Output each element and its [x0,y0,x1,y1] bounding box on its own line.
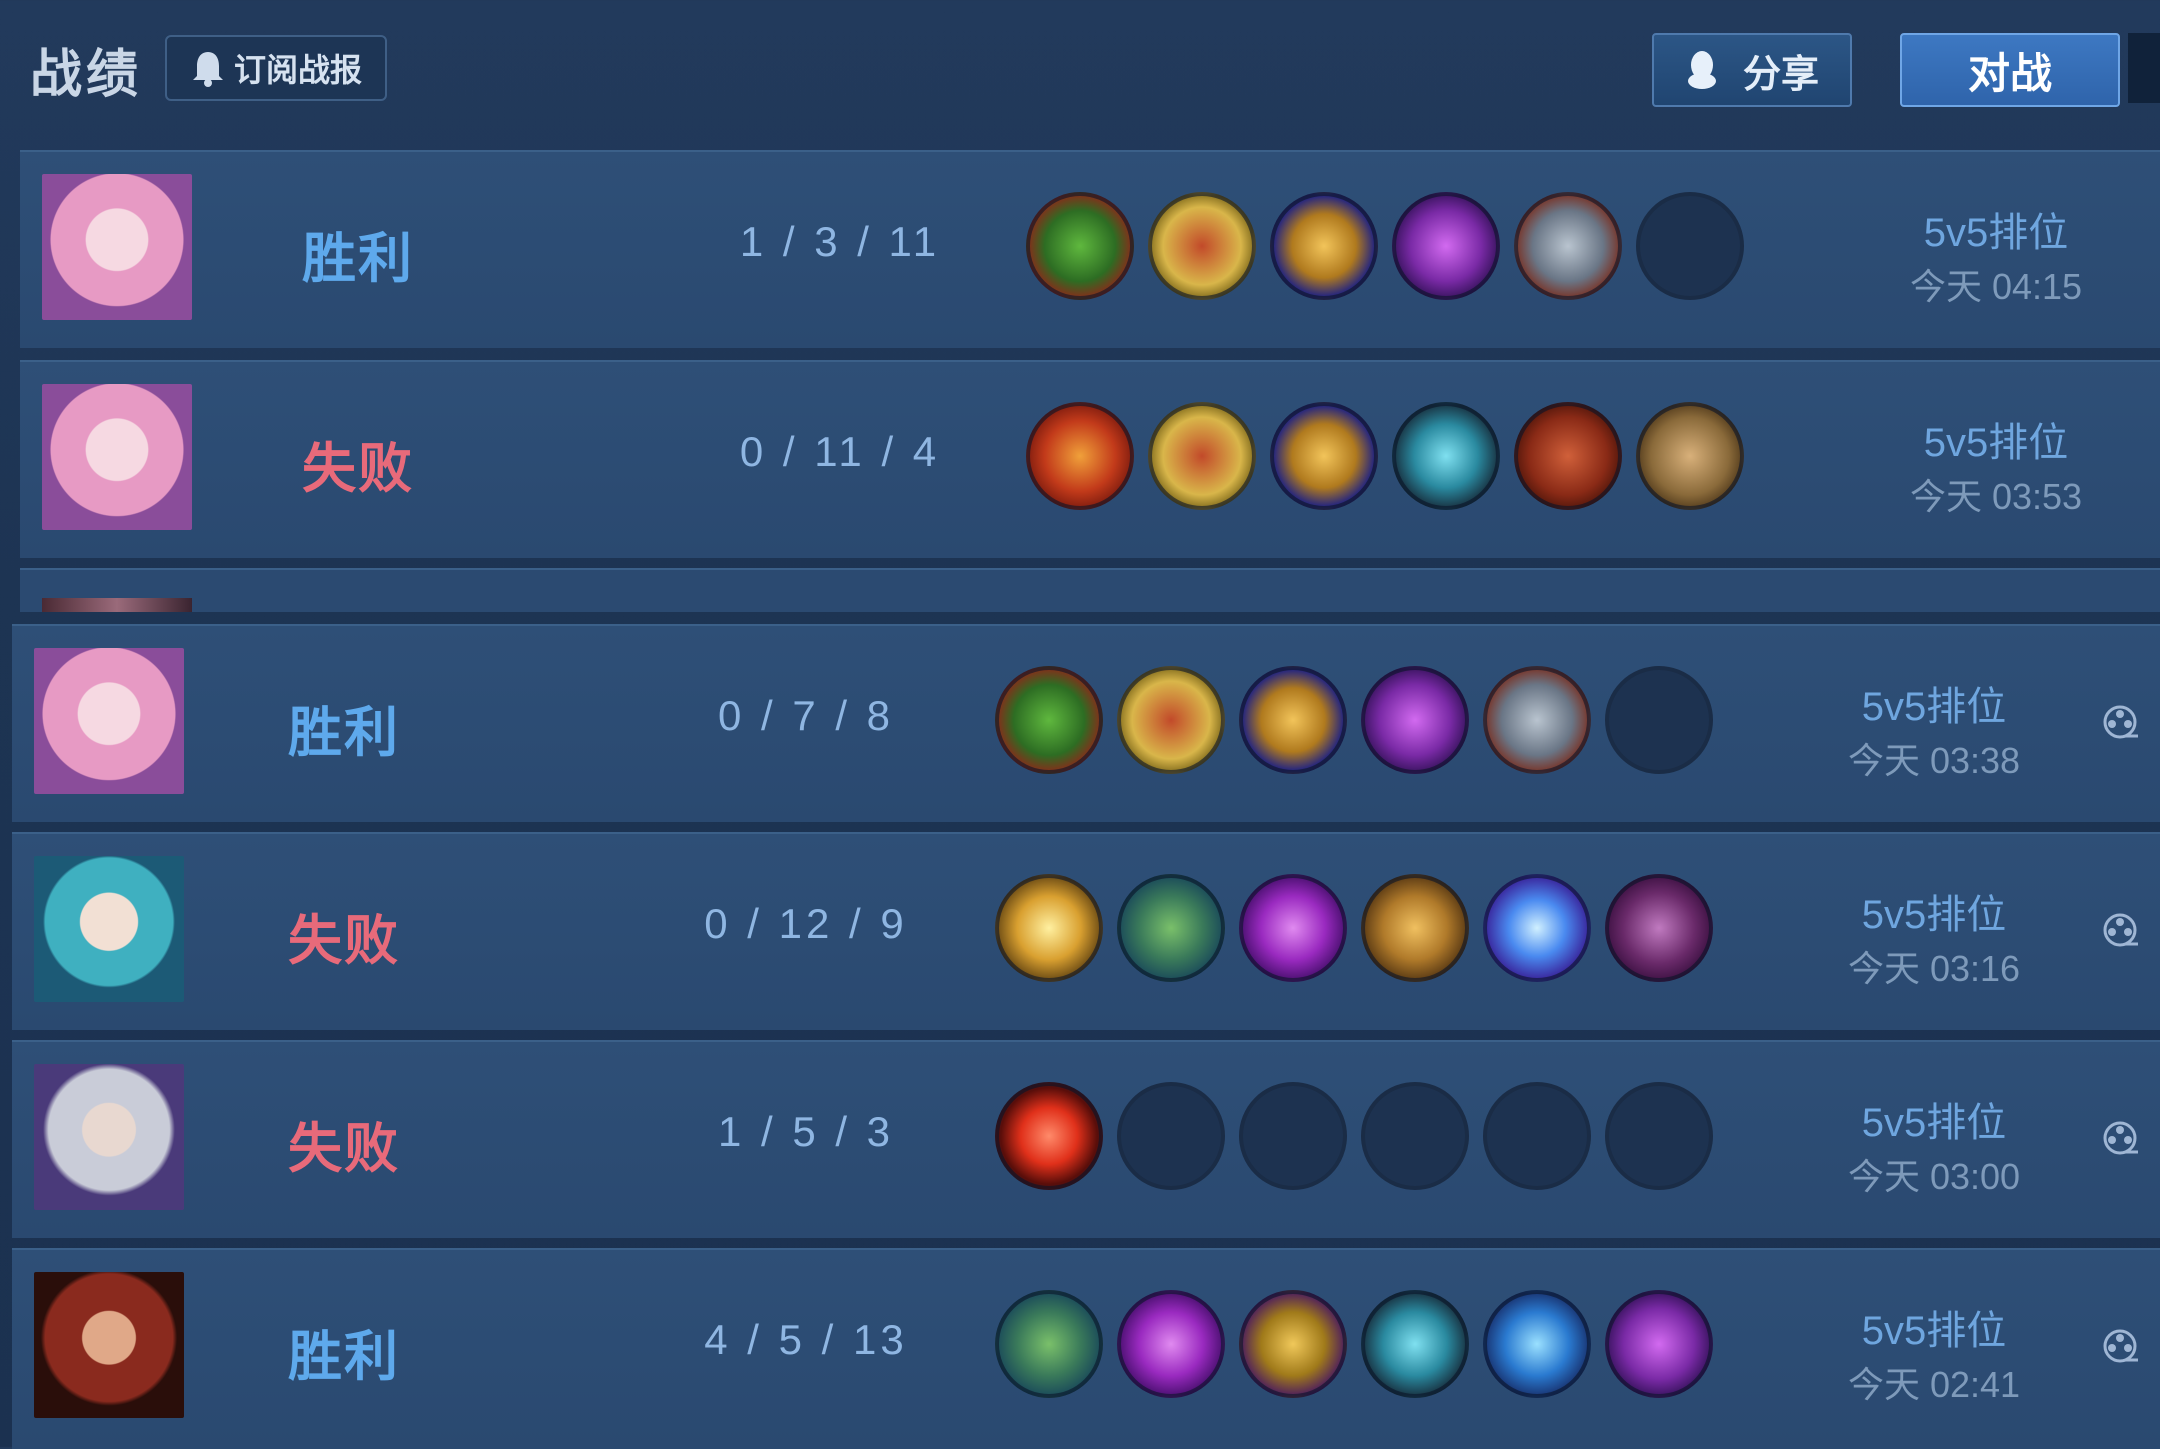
red-crest-item-icon [1026,402,1134,510]
purple-spear-item-icon [1117,1290,1225,1398]
gold-armor-item-icon [1117,666,1225,774]
game-mode: 5v5排位 [1861,893,2007,937]
green-boots-item-icon [995,1290,1103,1398]
empty-item-slot [1483,1082,1591,1190]
match-row[interactable]: 失败 1 / 5 / 3 5v5排位 今天 03:00 [12,1040,2160,1238]
match-time: 今天 03:16 [1847,948,2021,989]
empty-item-slot [1605,666,1713,774]
item-slots [995,666,1713,774]
match-result: 胜利 [302,229,414,289]
empty-item-slot [1117,1082,1225,1190]
kda-stat: 0 / 7 / 8 [717,692,895,739]
share-button[interactable]: 分享 [1652,33,1852,107]
purple-rune-item-icon [1605,1290,1713,1398]
cyan-axe-item-icon [1361,1290,1469,1398]
blue-orb-staff-item-icon [1483,1290,1591,1398]
match-row[interactable]: 胜利 4 / 5 / 13 5v5排位 今天 02:41 [12,1248,2160,1449]
red-gem-item-icon [995,1082,1103,1190]
hero-portrait-peek [42,598,192,612]
match-row[interactable]: 胜利 0 / 7 / 8 5v5排位 今天 03:38 [12,624,2160,822]
match-time: 今天 03:38 [1847,740,2021,781]
item-slots [995,1082,1713,1190]
edge-panel [2128,33,2160,103]
item-slots [1026,192,1744,300]
replay-reel-icon[interactable] [2100,1118,2140,1158]
item-slots [995,874,1713,982]
empty-item-slot [1605,1082,1713,1190]
replay-reel-icon[interactable] [2100,1326,2140,1366]
golden-wing-item-icon [995,874,1103,982]
replay-reel-icon[interactable] [2100,702,2140,742]
game-mode: 5v5排位 [1923,211,2069,255]
kda-stat: 0 / 11 / 4 [739,428,941,475]
kda-stat: 4 / 5 / 13 [704,1316,908,1363]
purple-rune-item-icon [1361,666,1469,774]
match-time: 今天 03:53 [1909,476,2083,517]
cyan-axe-item-icon [1392,402,1500,510]
purple-spear-item-icon [1239,874,1347,982]
hero-portrait [34,1272,184,1418]
golden-chalice-item-icon [1270,402,1378,510]
share-label: 分享 [1742,53,1819,96]
subscribe-report-button[interactable]: 订阅战报 [165,35,387,101]
empty-item-slot [1239,1082,1347,1190]
golden-chalice-item-icon [1239,666,1347,774]
kda-stat: 0 / 12 / 9 [704,900,908,947]
item-slots [1026,402,1744,510]
item-slots [995,1290,1713,1398]
battle-label: 对战 [1967,49,2052,97]
match-row[interactable]: 失败 0 / 12 / 9 5v5排位 今天 03:16 [12,832,2160,1030]
game-mode: 5v5排位 [1923,421,2069,465]
gold-armor-item-icon [1148,192,1256,300]
match-row[interactable]: 失败 0 / 11 / 4 5v5排位 今天 03:53 [20,360,2160,558]
replay-reel-icon[interactable] [2100,910,2140,950]
match-result: 失败 [288,1119,400,1179]
battle-tab-button[interactable]: 对战 [1900,33,2120,107]
game-mode: 5v5排位 [1861,685,2007,729]
hero-portrait [34,856,184,1002]
hero-portrait [42,174,192,320]
kda-stat: 1 / 5 / 3 [717,1108,895,1155]
green-jade-item-icon [1026,192,1134,300]
game-mode: 5v5排位 [1861,1101,2007,1145]
purple-tome-item-icon [1605,874,1713,982]
match-result: 失败 [288,911,400,971]
steel-armor-item-icon [1514,192,1622,300]
bell-icon [192,52,223,87]
partial-match-row [20,568,2160,612]
subscribe-label: 订阅战报 [233,52,362,88]
hero-portrait [34,648,184,794]
match-result: 胜利 [288,703,400,763]
empty-item-slot [1636,192,1744,300]
green-jade-item-icon [995,666,1103,774]
empty-item-slot [1361,1082,1469,1190]
bronze-hammer-item-icon [1361,874,1469,982]
header-bar: 战绩 订阅战报 分享 对战 [0,0,2160,140]
wooden-shield-item-icon [1636,402,1744,510]
match-result: 失败 [302,439,414,499]
golden-chalice-item-icon [1270,192,1378,300]
match-time: 今天 04:15 [1909,266,2083,307]
steel-armor-item-icon [1483,666,1591,774]
hero-portrait [42,384,192,530]
red-tome-item-icon [1514,402,1622,510]
match-result: 胜利 [288,1327,400,1387]
kda-stat: 1 / 3 / 11 [739,218,941,265]
green-boots-item-icon [1117,874,1225,982]
match-time: 今天 02:41 [1847,1364,2021,1405]
qq-penguin-icon [1687,51,1716,89]
hero-portrait [34,1064,184,1210]
gold-armor-item-icon [1148,402,1256,510]
match-row[interactable]: 胜利 1 / 3 / 11 5v5排位 今天 04:15 [20,150,2160,348]
blue-crystal-item-icon [1483,874,1591,982]
game-mode: 5v5排位 [1861,1309,2007,1353]
purple-rune-item-icon [1392,192,1500,300]
match-time: 今天 03:00 [1847,1156,2021,1197]
golden-cloak-item-icon [1239,1290,1347,1398]
page-title: 战绩 [30,46,143,104]
